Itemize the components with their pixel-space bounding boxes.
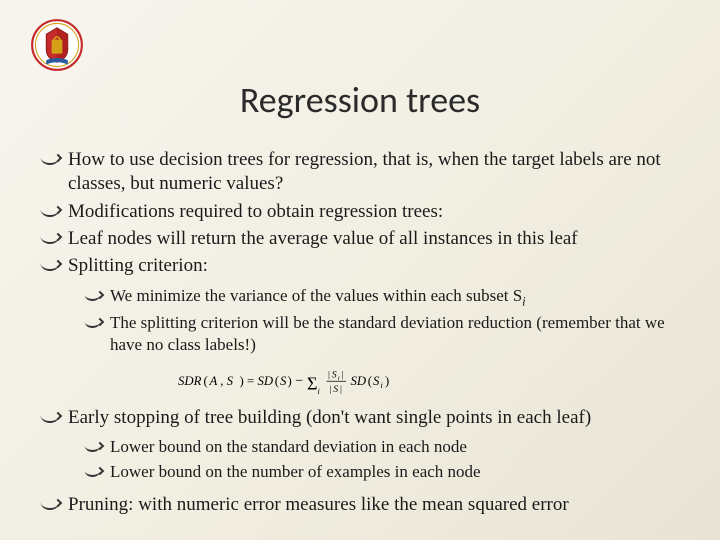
slide-title: Regression trees: [40, 78, 680, 122]
sdr-formula: SDR ( A , S ) = SD ( S ) − Σ i | S i |: [178, 366, 680, 400]
svg-text:): ): [288, 374, 292, 388]
bullet-text: How to use decision trees for regression…: [68, 149, 661, 194]
sub-bullet-item: Lower bound on the standard deviation in…: [86, 436, 680, 458]
svg-text:S: S: [333, 384, 338, 395]
bullet-list: How to use decision trees for regression…: [40, 148, 680, 517]
bullet-item: Pruning: with numeric error measures lik…: [40, 493, 680, 517]
svg-text:SDR: SDR: [178, 374, 202, 388]
bullet-text: Pruning: with numeric error measures lik…: [68, 494, 569, 515]
svg-text:|: |: [340, 384, 342, 395]
sub-bullet-list: Lower bound on the standard deviation in…: [86, 436, 680, 483]
svg-text:SD: SD: [351, 374, 367, 388]
svg-text:i: i: [318, 387, 321, 396]
sub-bullet-text: The splitting criterion will be the stan…: [110, 313, 665, 354]
svg-text:i: i: [381, 381, 384, 390]
svg-text:−: −: [295, 373, 303, 389]
bullet-item: How to use decision trees for regression…: [40, 148, 680, 197]
svg-text:Σ: Σ: [307, 373, 317, 393]
svg-text:A , S: A , S: [209, 374, 234, 388]
svg-text:|: |: [330, 384, 332, 395]
svg-text:(: (: [368, 374, 372, 388]
svg-text:): ): [385, 374, 389, 388]
institution-logo-icon: [30, 18, 84, 72]
bullet-text: Modifications required to obtain regress…: [68, 201, 443, 222]
sub-bullet-text: Lower bound on the standard deviation in…: [110, 437, 467, 456]
bullet-item: Early stopping of tree building (don't w…: [40, 406, 680, 483]
svg-text:S: S: [332, 369, 337, 380]
sub-bullet-text: We minimize the variance of the values w…: [110, 286, 526, 305]
bullet-item: Splitting criterion: We minimize the var…: [40, 254, 680, 400]
svg-text:i: i: [338, 375, 340, 382]
svg-text:|: |: [328, 369, 330, 380]
svg-text:S: S: [280, 374, 287, 388]
svg-text:|: |: [342, 369, 344, 380]
svg-text:S: S: [373, 374, 380, 388]
sub-bullet-item: The splitting criterion will be the stan…: [86, 312, 680, 356]
bullet-item: Leaf nodes will return the average value…: [40, 227, 680, 251]
sub-bullet-list: We minimize the variance of the values w…: [86, 285, 680, 356]
svg-text:=: =: [247, 374, 254, 388]
sub-bullet-item: Lower bound on the number of examples in…: [86, 461, 680, 483]
bullet-item: Modifications required to obtain regress…: [40, 200, 680, 224]
bullet-text: Leaf nodes will return the average value…: [68, 228, 578, 249]
svg-text:(: (: [275, 374, 279, 388]
sub-bullet-text: Lower bound on the number of examples in…: [110, 462, 481, 481]
svg-text:): ): [240, 374, 244, 388]
svg-text:(: (: [204, 374, 208, 388]
sub-bullet-item: We minimize the variance of the values w…: [86, 285, 680, 310]
bullet-text: Early stopping of tree building (don't w…: [68, 407, 591, 428]
bullet-text: Splitting criterion:: [68, 255, 208, 276]
slide: Regression trees How to use decision tre…: [0, 0, 720, 540]
svg-text:SD: SD: [258, 374, 274, 388]
